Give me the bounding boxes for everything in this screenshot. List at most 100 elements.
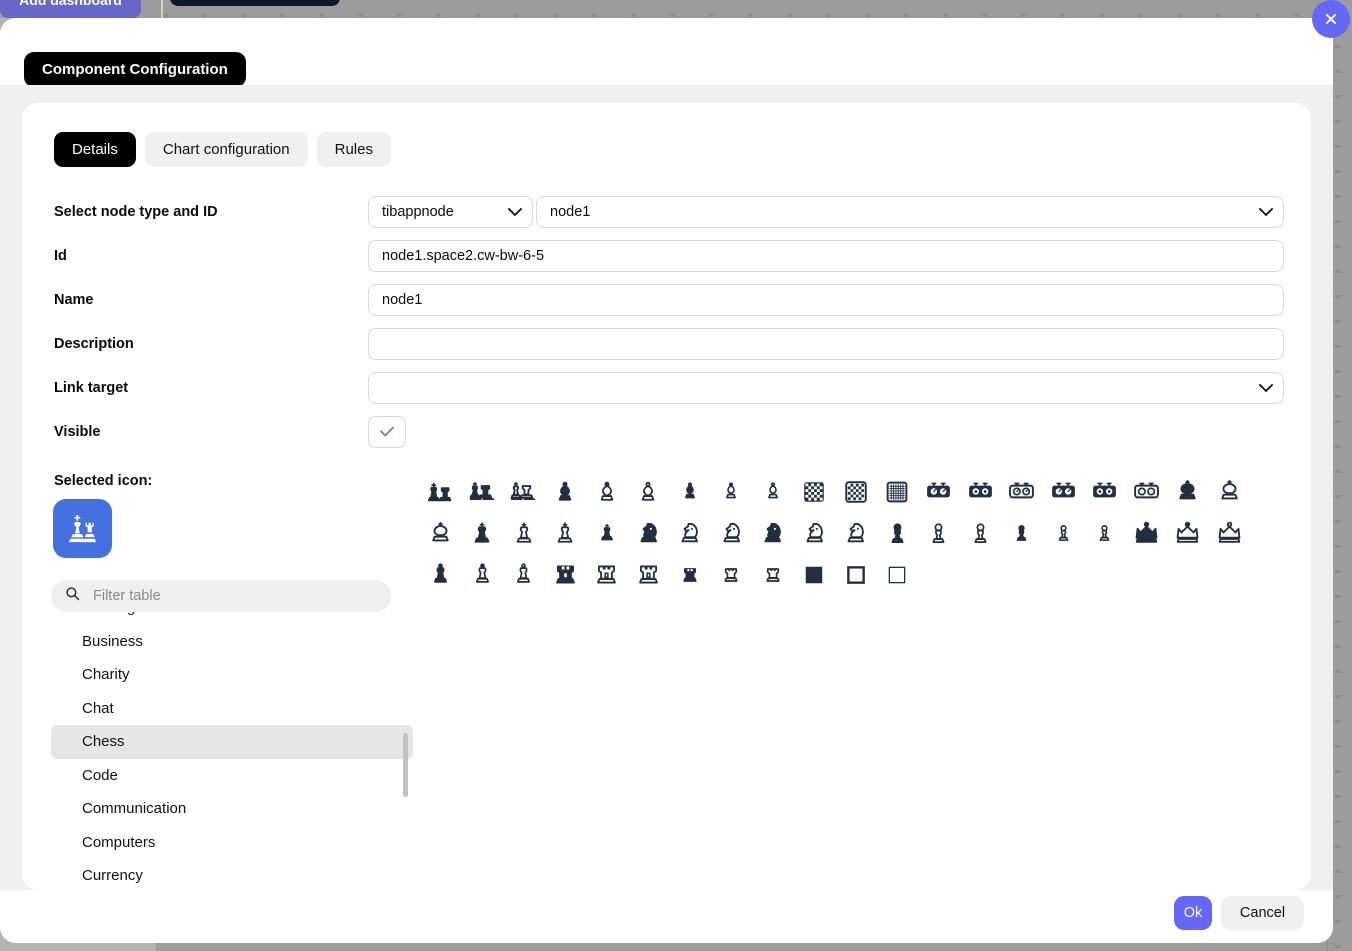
visible-checkbox[interactable]	[368, 416, 406, 448]
ruler-dot	[1138, 14, 1143, 17]
category-item-computers[interactable]: Computers	[51, 826, 413, 860]
icon-cell[interactable]	[835, 554, 877, 596]
icon-cell[interactable]	[669, 554, 711, 596]
icon-cell[interactable]	[545, 471, 587, 513]
icon-cell[interactable]	[586, 513, 628, 555]
icon-cell[interactable]	[1126, 513, 1168, 555]
icon-cell[interactable]	[835, 513, 877, 555]
icon-cell[interactable]	[918, 471, 960, 513]
tab-chart-configuration[interactable]: Chart configuration	[144, 132, 308, 167]
ruler-dot	[1335, 745, 1341, 748]
icon-cell[interactable]	[628, 471, 670, 513]
icon-cell[interactable]	[877, 471, 919, 513]
chess-bishop-outline-icon	[635, 479, 661, 505]
icon-cell[interactable]	[1209, 471, 1251, 513]
link-target-select[interactable]	[368, 372, 1284, 404]
category-item-currency[interactable]: Currency	[51, 859, 413, 890]
icon-cell[interactable]	[711, 554, 753, 596]
icon-cell[interactable]	[503, 513, 545, 555]
cancel-button[interactable]: Cancel	[1221, 896, 1304, 930]
icon-cell[interactable]	[1084, 471, 1126, 513]
icon-cell[interactable]	[1043, 471, 1085, 513]
ruler-dot	[1335, 120, 1341, 123]
icon-cell[interactable]	[1167, 513, 1209, 555]
icon-cell[interactable]	[752, 513, 794, 555]
icon-cell[interactable]	[711, 471, 753, 513]
icon-cell[interactable]	[918, 513, 960, 555]
icon-cell[interactable]	[462, 513, 504, 555]
icon-cell[interactable]	[628, 554, 670, 596]
icon-cell[interactable]	[1001, 471, 1043, 513]
ruler-dot	[631, 14, 636, 17]
chess-rook-filled-icon	[552, 561, 579, 588]
ruler-dot	[1335, 170, 1341, 173]
selected-icon-swatch[interactable]	[53, 499, 112, 558]
icon-cell[interactable]	[1001, 513, 1043, 555]
chess-king-thin-filled-icon	[595, 521, 619, 545]
icon-cell[interactable]	[628, 513, 670, 555]
category-item-business[interactable]: Business	[51, 625, 413, 659]
category-item-communication[interactable]: Communication	[51, 792, 413, 826]
ruler-dot	[202, 14, 207, 17]
icon-cell[interactable]	[877, 513, 919, 555]
icon-cell[interactable]	[960, 513, 1002, 555]
tab-rules[interactable]: Rules	[316, 132, 391, 167]
chess-clock-alt-outline-icon	[1133, 478, 1160, 505]
icon-cell[interactable]	[794, 471, 836, 513]
ruler-dot	[787, 14, 792, 17]
tab-details[interactable]: Details	[54, 132, 136, 167]
category-item-chess[interactable]: Chess	[51, 725, 413, 759]
icon-cell[interactable]	[1209, 513, 1251, 555]
icon-cell[interactable]	[877, 554, 919, 596]
name-input[interactable]: node1	[368, 284, 1284, 316]
chess-king-rook-icon	[64, 510, 102, 548]
icon-cell[interactable]	[420, 513, 462, 555]
icon-cell[interactable]	[835, 471, 877, 513]
icon-cell[interactable]	[1084, 513, 1126, 555]
link-target-select-wrap	[368, 372, 1284, 404]
description-input[interactable]	[368, 328, 1284, 360]
icon-cell[interactable]	[503, 471, 545, 513]
category-item-chat[interactable]: Chat	[51, 692, 413, 726]
icon-cell[interactable]	[752, 554, 794, 596]
icon-cell[interactable]	[794, 513, 836, 555]
icon-cell[interactable]	[545, 554, 587, 596]
icon-cell[interactable]	[462, 554, 504, 596]
icon-cell[interactable]	[1167, 471, 1209, 513]
icon-cell[interactable]	[420, 554, 462, 596]
node-type-select[interactable]: tibappnode	[368, 196, 533, 228]
ruler-dot	[1335, 895, 1341, 898]
ok-button[interactable]: Ok	[1174, 896, 1212, 930]
icon-cell[interactable]	[669, 471, 711, 513]
icon-cell[interactable]	[586, 471, 628, 513]
icon-cell[interactable]	[462, 471, 504, 513]
category-list: BuildingsBusinessCharityChatChessCodeCom…	[51, 603, 413, 890]
icon-cell[interactable]	[545, 513, 587, 555]
icon-cell[interactable]	[960, 471, 1002, 513]
category-item-code[interactable]: Code	[51, 759, 413, 793]
add-dashboard-button[interactable]: Add dashboard	[0, 0, 141, 18]
icon-cell[interactable]	[503, 554, 545, 596]
ruler-dot	[1335, 870, 1341, 873]
icon-cell[interactable]	[669, 513, 711, 555]
icon-cell[interactable]	[420, 471, 462, 513]
category-list-scrollbar[interactable]	[403, 733, 408, 797]
ruler-dot	[319, 14, 324, 17]
filter-input[interactable]	[91, 587, 377, 605]
icon-cell[interactable]	[1043, 513, 1085, 555]
dialog-titlebar: Component Configuration	[0, 18, 1333, 87]
close-button[interactable]	[1312, 0, 1350, 38]
id-input[interactable]: node1.space2.cw-bw-6-5	[368, 240, 1284, 272]
icon-cell[interactable]	[1126, 471, 1168, 513]
ruler-dot	[1335, 370, 1341, 373]
close-icon	[1324, 12, 1338, 26]
chess-queen-outline-icon	[1216, 520, 1243, 547]
icon-cell[interactable]	[586, 554, 628, 596]
icon-cell[interactable]	[752, 471, 794, 513]
chess-rook-thin-outline-icon	[761, 563, 785, 587]
icon-cell[interactable]	[794, 554, 836, 596]
chess-bishop-filled-icon	[427, 478, 454, 505]
icon-cell[interactable]	[711, 513, 753, 555]
node-id-select[interactable]: node1	[536, 196, 1284, 228]
category-item-charity[interactable]: Charity	[51, 658, 413, 692]
